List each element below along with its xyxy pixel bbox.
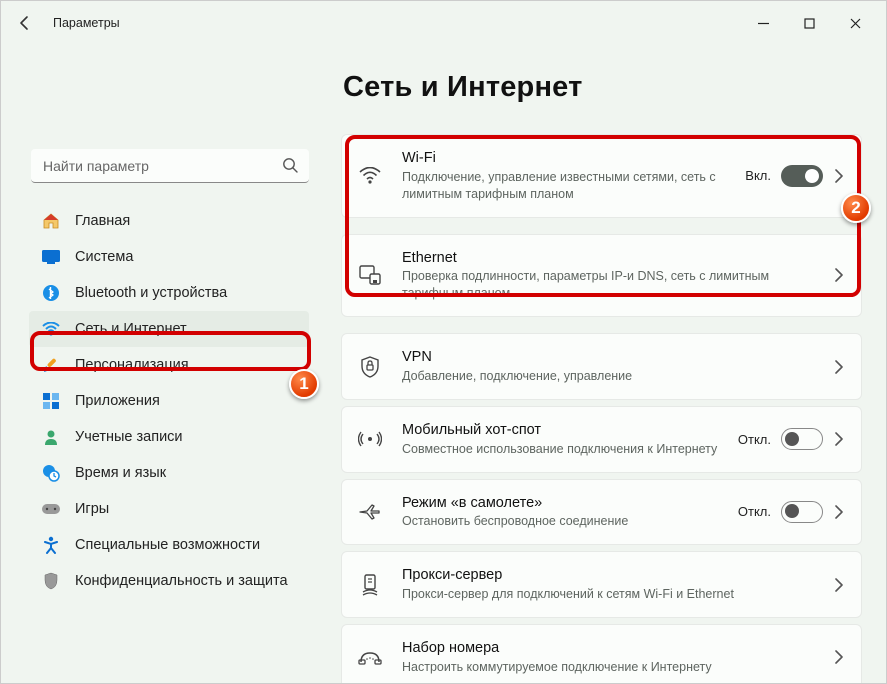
chevron-right-icon (835, 268, 843, 282)
annotation-badge-1: 1 (289, 369, 319, 399)
card-vpn[interactable]: VPN Добавление, подключение, управление (341, 333, 862, 400)
shield-icon (41, 571, 61, 591)
card-proxy[interactable]: Прокси-сервер Прокси-сервер для подключе… (341, 551, 862, 618)
wifi-toggle[interactable] (781, 165, 823, 187)
sidebar-item-apps[interactable]: Приложения (29, 383, 309, 419)
chevron-right-icon (835, 505, 843, 519)
sidebar-item-label: Персонализация (75, 357, 189, 373)
card-ethernet[interactable]: Ethernet Проверка подлинности, параметры… (341, 234, 862, 318)
minimize-icon (758, 18, 769, 29)
dialup-icon (356, 648, 384, 666)
sidebar-item-label: Конфиденциальность и защита (75, 573, 288, 589)
card-title: Режим «в самолете» (402, 494, 738, 513)
sidebar-item-accounts[interactable]: Учетные записи (29, 419, 309, 455)
hotspot-icon (356, 430, 384, 448)
card-subtitle: Добавление, подключение, управление (402, 368, 825, 385)
maximize-icon (804, 18, 815, 29)
home-icon (41, 211, 61, 231)
card-dialup[interactable]: Набор номера Настроить коммутируемое под… (341, 624, 862, 683)
card-subtitle: Совместное использование подключения к И… (402, 441, 738, 458)
sidebar-item-time-language[interactable]: Время и язык (29, 455, 309, 491)
window-title: Параметры (53, 16, 120, 30)
sidebar-item-privacy[interactable]: Конфиденциальность и защита (29, 563, 309, 599)
sidebar-item-system[interactable]: Система (29, 239, 309, 275)
wifi-icon (41, 319, 61, 339)
sidebar-item-personalization[interactable]: Персонализация (29, 347, 309, 383)
search-input[interactable] (31, 149, 309, 183)
card-title: Wi-Fi (402, 149, 745, 168)
sidebar-item-label: Bluetooth и устройства (75, 285, 227, 301)
sidebar-item-label: Игры (75, 501, 109, 517)
search-icon (282, 157, 299, 174)
accessibility-icon (41, 535, 61, 555)
card-subtitle: Прокси-сервер для подключений к сетям Wi… (402, 586, 825, 603)
minimize-button[interactable] (740, 7, 786, 39)
chevron-right-icon (835, 650, 843, 664)
card-title: Ethernet (402, 249, 825, 268)
page-title: Сеть и Интернет (343, 71, 862, 104)
sidebar-item-bluetooth[interactable]: Bluetooth и устройства (29, 275, 309, 311)
card-title: Набор номера (402, 639, 825, 658)
arrow-left-icon (17, 15, 33, 31)
hotspot-toggle[interactable] (781, 428, 823, 450)
proxy-icon (356, 574, 384, 596)
sidebar-item-label: Сеть и Интернет (75, 321, 187, 337)
sidebar-item-accessibility[interactable]: Специальные возможности (29, 527, 309, 563)
apps-icon (41, 391, 61, 411)
sidebar-item-label: Специальные возможности (75, 537, 260, 553)
back-button[interactable] (9, 7, 41, 39)
sidebar-item-label: Время и язык (75, 465, 166, 481)
toggle-state-label: Вкл. (745, 168, 771, 183)
chevron-right-icon (835, 169, 843, 183)
card-wifi[interactable]: Wi-Fi Подключение, управление известными… (341, 134, 862, 218)
sidebar-item-network[interactable]: Сеть и Интернет (29, 311, 309, 347)
card-hotspot[interactable]: Мобильный хот-спот Совместное использова… (341, 406, 862, 473)
chevron-right-icon (835, 432, 843, 446)
wifi-icon (356, 167, 384, 185)
card-airplane[interactable]: Режим «в самолете» Остановить беспроводн… (341, 479, 862, 546)
airplane-icon (356, 502, 384, 522)
card-subtitle: Настроить коммутируемое подключение к Ин… (402, 659, 825, 676)
vpn-shield-icon (356, 356, 384, 378)
sidebar-item-home[interactable]: Главная (29, 203, 309, 239)
person-icon (41, 427, 61, 447)
card-title: Мобильный хот-спот (402, 421, 738, 440)
toggle-state-label: Откл. (738, 504, 771, 519)
toggle-state-label: Откл. (738, 432, 771, 447)
sidebar-item-label: Главная (75, 213, 130, 229)
card-subtitle: Проверка подлинности, параметры IP-и DNS… (402, 268, 825, 302)
close-button[interactable] (832, 7, 878, 39)
gamepad-icon (41, 499, 61, 519)
chevron-right-icon (835, 360, 843, 374)
paintbrush-icon (41, 355, 61, 375)
sidebar-item-label: Учетные записи (75, 429, 183, 445)
airplane-toggle[interactable] (781, 501, 823, 523)
sidebar-item-label: Приложения (75, 393, 160, 409)
ethernet-icon (356, 265, 384, 285)
annotation-badge-2: 2 (841, 193, 871, 223)
card-subtitle: Остановить беспроводное соединение (402, 513, 738, 530)
chevron-right-icon (835, 578, 843, 592)
sidebar-item-label: Система (75, 249, 133, 265)
maximize-button[interactable] (786, 7, 832, 39)
sidebar-item-gaming[interactable]: Игры (29, 491, 309, 527)
card-title: VPN (402, 348, 825, 367)
clock-globe-icon (41, 463, 61, 483)
close-icon (850, 18, 861, 29)
card-subtitle: Подключение, управление известными сетям… (402, 169, 745, 203)
system-icon (41, 247, 61, 267)
bluetooth-icon (41, 283, 61, 303)
card-title: Прокси-сервер (402, 566, 825, 585)
